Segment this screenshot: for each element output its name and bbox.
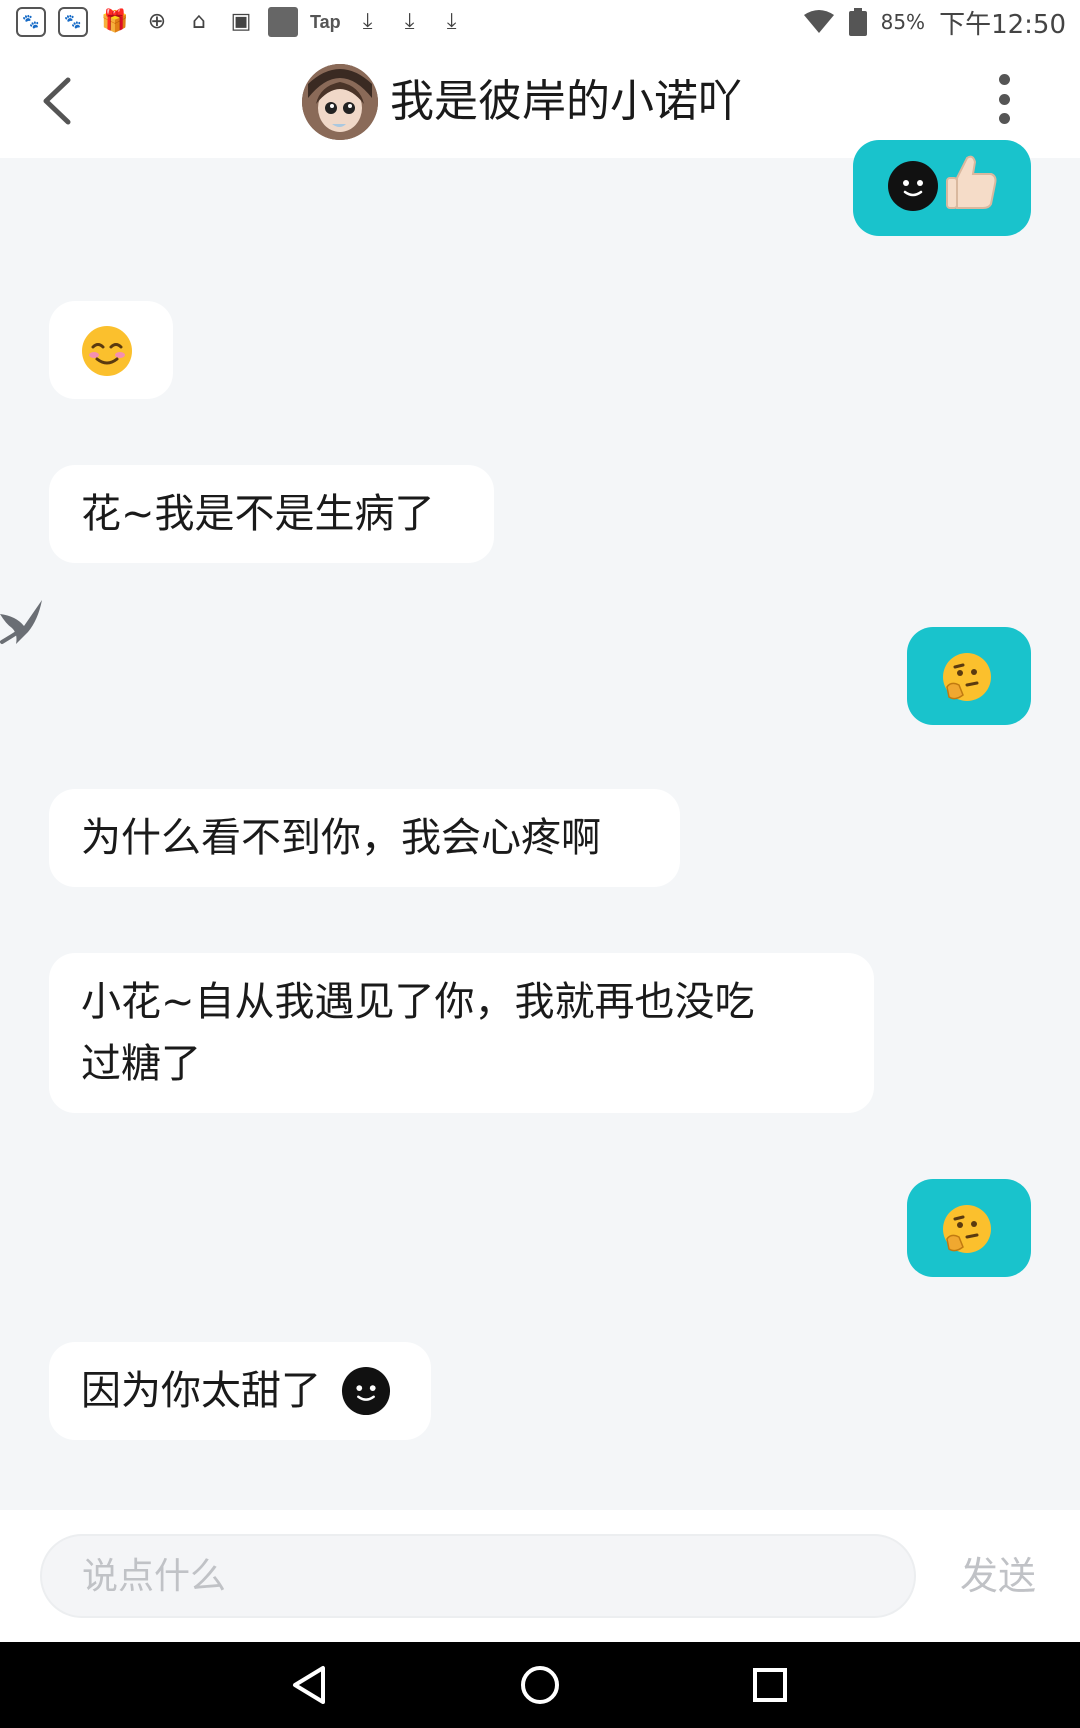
send-button[interactable]: 发送 — [960, 1534, 1050, 1618]
download-icon: ⤓ — [362, 9, 373, 34]
message-bubble-outgoing[interactable] — [907, 627, 1031, 725]
square-recents-icon — [753, 1668, 787, 1702]
message-bubble-outgoing[interactable] — [853, 140, 1031, 236]
message-text: 花~我是不是生病了 — [81, 491, 435, 537]
more-dot-icon — [998, 113, 1010, 124]
system-nav-bar — [0, 1642, 1080, 1728]
message-text: 小花~自从我遇见了你，我就再也没吃 过糖了 — [81, 979, 755, 1087]
notification-icons: 🐾 🐾 🎁 ⊕ ⌂ ▣ Tap ⤓ ⤓ ⤓ — [16, 4, 467, 40]
gift-box-icon: 🎁 — [101, 9, 129, 34]
avatar[interactable] — [302, 64, 378, 140]
nav-home-button[interactable] — [515, 1660, 565, 1710]
thinking-face-emoji-icon — [943, 1205, 991, 1253]
thumbs-up-emoji-icon — [946, 155, 997, 209]
avatar-image — [302, 64, 378, 140]
status-bar: 🐾 🐾 🎁 ⊕ ⌂ ▣ Tap ⤓ ⤓ ⤓ 85% 下午12:50 — [0, 0, 1080, 44]
folder-icon: ⌂ — [192, 9, 206, 34]
message-text: 因为你太甜了 — [81, 1368, 321, 1414]
more-dot-icon — [998, 74, 1010, 85]
chat-title: 我是彼岸的小诺吖 — [390, 76, 742, 127]
tap-app-icon: Tap — [310, 11, 341, 32]
compose-bar: 发送 — [0, 1510, 1080, 1642]
plus-circle-icon: ⊕ — [147, 9, 167, 34]
message-bubble-incoming[interactable]: 为什么看不到你，我会心疼啊 — [49, 789, 680, 887]
thinking-face-emoji-icon — [943, 653, 991, 701]
download-icon-2: ⤓ — [404, 9, 415, 34]
nav-back-button[interactable] — [285, 1660, 335, 1710]
baidu-paw-icon: 🐾 — [16, 7, 46, 37]
message-bubble-outgoing[interactable] — [907, 1179, 1031, 1277]
app-square-icon — [268, 7, 298, 37]
back-button[interactable] — [38, 74, 78, 128]
message-bubble-incoming[interactable]: 因为你太甜了 — [49, 1342, 431, 1440]
message-text: 为什么看不到你，我会心疼啊 — [81, 815, 601, 861]
message-bubble-incoming[interactable]: 花~我是不是生病了 — [49, 465, 494, 563]
black-smile-face-emoji-icon — [341, 1366, 391, 1416]
baidu-paw-icon-2: 🐾 — [58, 7, 88, 37]
chevron-left-icon — [43, 77, 71, 125]
more-options-button[interactable] — [990, 74, 1018, 124]
system-status: 85% 下午12:50 — [803, 4, 1066, 40]
battery-icon — [848, 8, 867, 36]
swallow-bird-icon — [0, 600, 42, 644]
battery-percent: 85% — [880, 10, 926, 34]
circle-home-icon — [521, 1666, 559, 1704]
black-smile-face-emoji-icon — [888, 161, 938, 211]
image-icon: ▣ — [230, 9, 252, 34]
triangle-back-icon — [293, 1666, 325, 1704]
more-dot-icon — [998, 93, 1010, 105]
clock: 下午12:50 — [939, 9, 1066, 40]
message-bubble-incoming[interactable] — [49, 301, 173, 399]
message-input[interactable] — [40, 1534, 916, 1618]
download-icon-3: ⤓ — [446, 9, 457, 34]
smiling-face-emoji-icon — [82, 326, 132, 376]
message-bubble-incoming[interactable]: 小花~自从我遇见了你，我就再也没吃 过糖了 — [49, 953, 874, 1113]
nav-recents-button[interactable] — [745, 1660, 795, 1710]
wifi-icon — [803, 10, 834, 33]
